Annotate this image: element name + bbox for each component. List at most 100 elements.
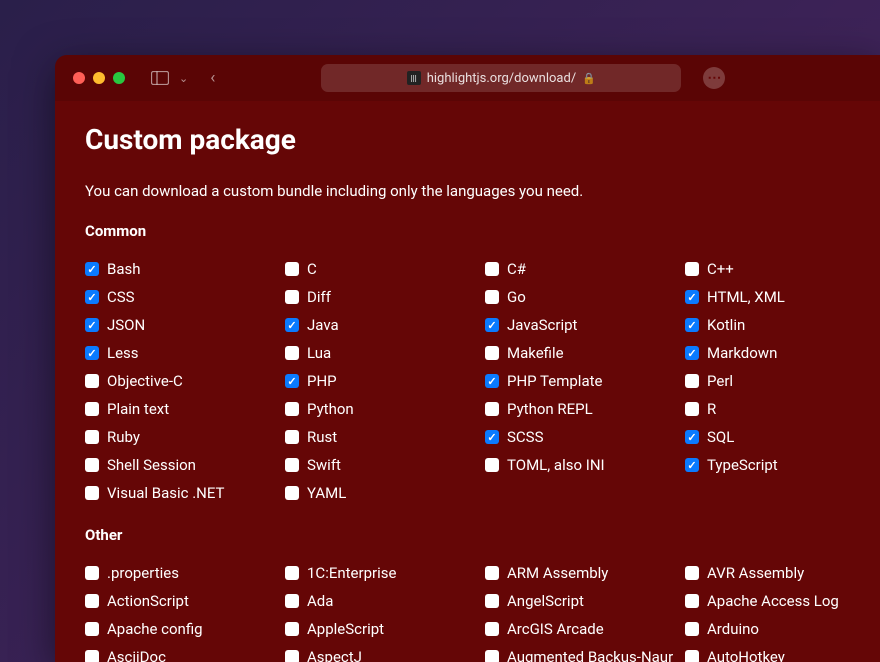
checkbox-asciidoc[interactable]: ✓ — [85, 650, 99, 662]
checkbox-html-xml[interactable]: ✓ — [685, 290, 699, 304]
more-button[interactable]: ⋯ — [703, 67, 725, 89]
language-item-applescript: ✓ AppleScript — [285, 618, 485, 640]
language-label: Java — [307, 315, 339, 335]
language-label: Swift — [307, 455, 341, 475]
checkbox-javascript[interactable]: ✓ — [485, 318, 499, 332]
checkmark-icon: ✓ — [687, 432, 696, 443]
language-item-rust: ✓Rust — [285, 426, 485, 448]
page-title: Custom package — [85, 123, 850, 156]
checkmark-icon: ✓ — [87, 348, 96, 359]
checkbox-swift[interactable]: ✓ — [285, 458, 299, 472]
checkbox-sql[interactable]: ✓ — [685, 430, 699, 444]
language-label: Markdown — [707, 343, 777, 363]
language-label: PHP Template — [507, 371, 602, 391]
language-label: AspectJ — [307, 647, 362, 662]
checkbox-arm-assembly[interactable]: ✓ — [485, 566, 499, 580]
language-label: AngelScript — [507, 591, 584, 611]
checkbox-plain-text[interactable]: ✓ — [85, 402, 99, 416]
checkbox-python-repl[interactable]: ✓ — [485, 402, 499, 416]
language-item-yaml: ✓YAML — [285, 482, 485, 504]
language-item-java: ✓ Java — [285, 314, 485, 336]
checkbox-scss[interactable]: ✓ — [485, 430, 499, 444]
back-button[interactable]: ‹ — [210, 68, 215, 88]
checkbox-c[interactable]: ✓ — [285, 262, 299, 276]
language-label: JavaScript — [507, 315, 577, 335]
checkmark-icon: ✓ — [487, 320, 496, 331]
checkmark-icon: ✓ — [287, 320, 296, 331]
language-item-properties: ✓.properties — [85, 562, 285, 584]
language-item-html-xml: ✓HTML, XML — [685, 286, 880, 308]
browser-window: ⌄ ‹ ||| highlightjs.org/download/ 🔒 ⋯ Cu… — [55, 55, 880, 662]
checkbox-toml-also-ini[interactable]: ✓ — [485, 458, 499, 472]
language-label: Apache config — [107, 619, 203, 639]
checkbox-c[interactable]: ✓ — [485, 262, 499, 276]
checkbox-lua[interactable]: ✓ — [285, 346, 299, 360]
language-label: C++ — [707, 259, 734, 279]
checkbox-diff[interactable]: ✓ — [285, 290, 299, 304]
language-item-go: ✓Go — [485, 286, 685, 308]
checkbox-php[interactable]: ✓ — [285, 374, 299, 388]
checkbox-json[interactable]: ✓ — [85, 318, 99, 332]
checkbox-ruby[interactable]: ✓ — [85, 430, 99, 444]
checkbox-r[interactable]: ✓ — [685, 402, 699, 416]
checkbox-arcgis-arcade[interactable]: ✓ — [485, 622, 499, 636]
sidebar-toggle-button[interactable] — [151, 71, 169, 85]
checkbox-apache-access-log[interactable]: ✓ — [685, 594, 699, 608]
checkbox-markdown[interactable]: ✓ — [685, 346, 699, 360]
minimize-window-button[interactable] — [93, 72, 105, 84]
checkbox-arduino[interactable]: ✓ — [685, 622, 699, 636]
checkbox-autohotkey[interactable]: ✓ — [685, 650, 699, 662]
checkbox-rust[interactable]: ✓ — [285, 430, 299, 444]
window-controls — [73, 72, 125, 84]
checkbox-avr-assembly[interactable]: ✓ — [685, 566, 699, 580]
checkbox-visual-basic-net[interactable]: ✓ — [85, 486, 99, 500]
language-label: AsciiDoc — [107, 647, 166, 662]
address-bar[interactable]: ||| highlightjs.org/download/ 🔒 — [321, 64, 681, 92]
checkbox-yaml[interactable]: ✓ — [285, 486, 299, 500]
checkbox-angelscript[interactable]: ✓ — [485, 594, 499, 608]
language-item-actionscript: ✓ActionScript — [85, 590, 285, 612]
url-text: highlightjs.org/download/ — [427, 71, 576, 86]
language-label: AppleScript — [307, 619, 384, 639]
checkbox-apache-config[interactable]: ✓ — [85, 622, 99, 636]
language-item-c: ✓C# — [485, 258, 685, 280]
language-label: TOML, also INI — [507, 455, 605, 475]
checkbox-applescript[interactable]: ✓ — [285, 622, 299, 636]
language-label: SCSS — [507, 427, 543, 447]
section-title-other: Other — [85, 526, 850, 544]
language-label: JSON — [107, 315, 145, 335]
page-content: Custom package You can download a custom… — [55, 101, 880, 662]
checkbox-java[interactable]: ✓ — [285, 318, 299, 332]
lock-icon: 🔒 — [582, 72, 596, 85]
language-item-objective-c: ✓Objective-C — [85, 370, 285, 392]
checkbox-actionscript[interactable]: ✓ — [85, 594, 99, 608]
checkbox-makefile[interactable]: ✓ — [485, 346, 499, 360]
tab-group-dropdown[interactable]: ⌄ — [179, 72, 188, 85]
checkbox-less[interactable]: ✓ — [85, 346, 99, 360]
language-label: Perl — [707, 371, 733, 391]
checkbox-kotlin[interactable]: ✓ — [685, 318, 699, 332]
checkbox-shell-session[interactable]: ✓ — [85, 458, 99, 472]
checkbox-aspectj[interactable]: ✓ — [285, 650, 299, 662]
maximize-window-button[interactable] — [113, 72, 125, 84]
checkbox-ada[interactable]: ✓ — [285, 594, 299, 608]
checkbox-typescript[interactable]: ✓ — [685, 458, 699, 472]
close-window-button[interactable] — [73, 72, 85, 84]
checkbox-go[interactable]: ✓ — [485, 290, 499, 304]
checkbox-objective-c[interactable]: ✓ — [85, 374, 99, 388]
language-label: ARM Assembly — [507, 563, 608, 583]
checkbox-1c-enterprise[interactable]: ✓ — [285, 566, 299, 580]
language-item-perl: ✓ Perl — [685, 370, 880, 392]
checkbox-augmented-backus-naur-form[interactable]: ✓ — [485, 650, 499, 662]
language-item-javascript: ✓ JavaScript — [485, 314, 685, 336]
checkbox-css[interactable]: ✓ — [85, 290, 99, 304]
checkbox-properties[interactable]: ✓ — [85, 566, 99, 580]
checkbox-bash[interactable]: ✓ — [85, 262, 99, 276]
checkbox-perl[interactable]: ✓ — [685, 374, 699, 388]
language-item-apache-access-log: ✓Apache Access Log — [685, 590, 880, 612]
chevron-down-icon: ⌄ — [179, 72, 188, 85]
checkbox-php-template[interactable]: ✓ — [485, 374, 499, 388]
language-item-ruby: ✓Ruby — [85, 426, 285, 448]
checkbox-python[interactable]: ✓ — [285, 402, 299, 416]
checkbox-c[interactable]: ✓ — [685, 262, 699, 276]
